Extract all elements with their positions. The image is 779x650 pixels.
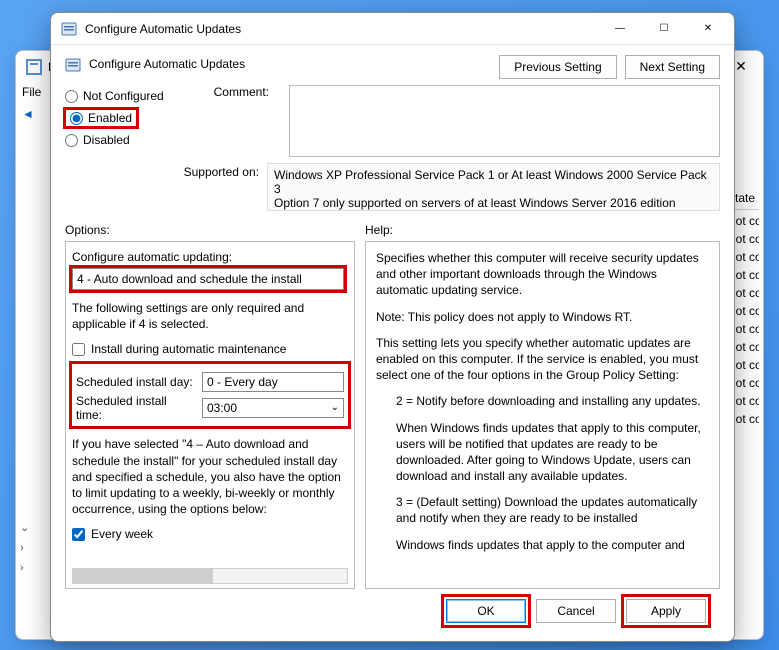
options-horizontal-scrollbar[interactable] <box>72 568 348 584</box>
help-text: Windows finds updates that apply to the … <box>376 537 709 553</box>
configure-updating-label: Configure automatic updating: <box>72 250 348 264</box>
radio-not-configured-label: Not Configured <box>83 89 164 103</box>
comment-textarea[interactable] <box>289 85 720 157</box>
help-pane[interactable]: Specifies whether this computer will rec… <box>365 241 720 589</box>
install-during-maintenance-input[interactable] <box>72 343 85 356</box>
minimize-button[interactable]: — <box>598 14 642 44</box>
help-text: 2 = Notify before downloading and instal… <box>376 393 709 409</box>
every-week-label: Every week <box>91 527 153 541</box>
scheduled-install-day-select[interactable]: 0 - Every day <box>202 372 344 392</box>
install-during-maintenance-label: Install during automatic maintenance <box>91 342 286 356</box>
configure-automatic-updates-dialog: Configure Automatic Updates — ☐ ✕ Config… <box>50 12 735 642</box>
help-label: Help: <box>365 223 720 237</box>
install-during-maintenance-checkbox[interactable]: Install during automatic maintenance <box>72 342 348 356</box>
scheduled-install-time-select[interactable]: 03:00 ⌄ <box>202 398 344 418</box>
following-settings-note: The following settings are only required… <box>72 300 348 332</box>
options-pane: Configure automatic updating: 4 - Auto d… <box>65 241 355 589</box>
schedule-block: Scheduled install day: 0 - Every day Sch… <box>72 364 348 426</box>
help-text: Note: This policy does not apply to Wind… <box>376 309 709 325</box>
radio-disabled[interactable]: Disabled <box>65 129 185 151</box>
scheduled-install-time-label: Scheduled install time: <box>76 394 196 422</box>
next-setting-button[interactable]: Next Setting <box>625 55 720 79</box>
help-text: 3 = (Default setting) Download the updat… <box>376 494 709 526</box>
radio-enabled[interactable]: Enabled <box>65 107 185 129</box>
every-week-input[interactable] <box>72 528 85 541</box>
options-label: Options: <box>65 223 365 237</box>
help-text: When Windows finds updates that apply to… <box>376 420 709 485</box>
comment-label: Comment: <box>199 85 275 99</box>
bg-toolbar: ◄ <box>22 107 34 121</box>
limit-updating-note: If you have selected "4 – Auto download … <box>72 436 348 517</box>
chevron-down-icon[interactable]: ⌄ <box>20 521 29 534</box>
scrollbar-thumb[interactable] <box>73 569 213 583</box>
help-text: Specifies whether this computer will rec… <box>376 250 709 299</box>
scheduled-install-time-value: 03:00 <box>207 401 237 415</box>
chevron-down-icon: ⌄ <box>331 402 339 413</box>
every-week-checkbox[interactable]: Every week <box>72 527 348 541</box>
configure-updating-value: 4 - Auto download and schedule the insta… <box>77 272 302 286</box>
policy-subtitle: Configure Automatic Updates <box>89 55 491 71</box>
configure-updating-select[interactable]: 4 - Auto download and schedule the insta… <box>72 268 344 290</box>
close-button[interactable]: ✕ <box>686 14 730 44</box>
supported-on-text: Windows XP Professional Service Pack 1 o… <box>267 163 720 211</box>
help-text: This setting lets you specify whether au… <box>376 335 709 384</box>
bg-menubar: File <box>22 85 41 99</box>
previous-setting-button[interactable]: Previous Setting <box>499 55 616 79</box>
scheduled-install-day-label: Scheduled install day: <box>76 375 196 389</box>
bg-tree-expanders: ⌄ › › <box>20 513 29 582</box>
radio-not-configured-input[interactable] <box>65 90 78 103</box>
titlebar: Configure Automatic Updates — ☐ ✕ <box>51 13 734 45</box>
chevron-right-icon[interactable]: › <box>20 562 29 574</box>
mmc-icon <box>26 59 42 75</box>
radio-enabled-input[interactable] <box>70 112 83 125</box>
supported-on-label: Supported on: <box>65 163 267 179</box>
window-title: Configure Automatic Updates <box>85 22 598 36</box>
radio-enabled-label: Enabled <box>88 111 132 125</box>
apply-button[interactable]: Apply <box>626 599 706 623</box>
maximize-button[interactable]: ☐ <box>642 14 686 44</box>
back-icon[interactable]: ◄ <box>22 107 34 121</box>
ok-button[interactable]: OK <box>446 599 526 623</box>
dialog-footer: OK Cancel Apply <box>65 589 720 633</box>
radio-disabled-input[interactable] <box>65 134 78 147</box>
policy-icon <box>65 57 81 73</box>
policy-icon <box>61 21 77 37</box>
scheduled-install-day-value: 0 - Every day <box>207 375 278 389</box>
cancel-button[interactable]: Cancel <box>536 599 616 623</box>
bg-menu-file[interactable]: File <box>22 85 41 99</box>
policy-state-radios: Not Configured Enabled Disabled <box>65 85 185 151</box>
radio-not-configured[interactable]: Not Configured <box>65 85 185 107</box>
chevron-right-icon[interactable]: › <box>20 542 29 554</box>
radio-disabled-label: Disabled <box>83 133 130 147</box>
